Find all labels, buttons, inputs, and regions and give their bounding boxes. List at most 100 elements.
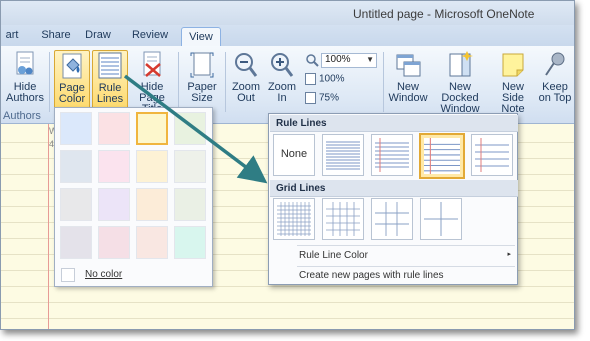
color-swatch[interactable] — [174, 112, 206, 145]
paper-size-icon — [188, 50, 216, 80]
hide-page-title-button[interactable]: Hide Page Title — [130, 50, 174, 115]
ribbon-separator — [225, 52, 226, 112]
title-bar: Untitled page - Microsoft OneNote — [1, 1, 574, 25]
no-color-option[interactable]: No color — [85, 269, 122, 280]
grid-option-very-large[interactable] — [420, 198, 462, 240]
small-grid-icon — [277, 202, 311, 236]
paper-size-label: Paper Size — [187, 81, 217, 104]
menu-separator — [297, 266, 515, 267]
zoom-in-label: Zoom In — [267, 81, 297, 104]
narrow-ruled-icon — [326, 138, 360, 172]
zoom-in-icon — [268, 50, 296, 80]
tab-draw[interactable]: Draw — [83, 29, 113, 46]
zoom-75-button[interactable]: 75% — [305, 92, 339, 104]
rule-lines-heading: Rule Lines — [270, 115, 518, 132]
new-window-button[interactable]: New Window — [386, 50, 430, 112]
color-swatch[interactable] — [98, 112, 130, 145]
color-swatch[interactable] — [98, 226, 130, 259]
new-side-note-label: New Side Note — [501, 81, 525, 115]
zoom-100-button[interactable]: 100% — [305, 73, 345, 85]
large-grid-icon — [375, 202, 409, 236]
rule-option-wide[interactable] — [471, 134, 513, 176]
wide-ruled-icon — [475, 138, 509, 172]
new-window-label: New Window — [388, 81, 428, 104]
page-rule-line — [1, 302, 574, 303]
medium-grid-icon — [326, 202, 360, 236]
zoom-out-icon — [232, 50, 260, 80]
pushpin-icon — [541, 50, 569, 80]
page-color-button[interactable]: Page Color — [54, 50, 90, 112]
hide-authors-button[interactable]: Hide Authors — [3, 50, 47, 112]
onenote-window: Untitled page - Microsoft OneNote art Sh… — [0, 0, 575, 330]
paper-size-button[interactable]: Paper Size — [183, 50, 221, 112]
margin-line — [48, 124, 49, 329]
rule-lines-menu: Rule Lines None Grid Lines Rule Line Col… — [268, 113, 518, 285]
color-swatch[interactable] — [136, 188, 168, 221]
new-window-icon — [394, 50, 422, 80]
grid-lines-heading: Grid Lines — [270, 180, 518, 197]
very-large-grid-icon — [424, 202, 458, 236]
rule-line-color-menu-item[interactable]: Rule Line Color — [299, 250, 368, 261]
rule-option-none-label: None — [280, 148, 308, 160]
submenu-arrow-icon: ▸ — [507, 251, 511, 258]
paint-bucket-icon — [58, 51, 86, 81]
rule-option-narrow[interactable] — [322, 134, 364, 176]
menu-separator — [297, 245, 515, 246]
hide-authors-label: Hide Authors — [6, 81, 44, 104]
grid-option-small[interactable] — [273, 198, 315, 240]
keep-on-top-button[interactable]: Keep on Top — [536, 50, 574, 112]
color-swatch[interactable] — [60, 150, 92, 183]
color-swatch[interactable] — [98, 150, 130, 183]
grid-option-medium[interactable] — [322, 198, 364, 240]
ribbon-separator — [383, 52, 384, 112]
color-swatch[interactable] — [60, 188, 92, 221]
tab-view[interactable]: View — [181, 27, 221, 47]
zoom-out-label: Zoom Out — [231, 81, 261, 104]
side-note-icon — [499, 50, 527, 80]
color-swatch[interactable] — [60, 112, 92, 145]
rule-option-none[interactable]: None — [273, 134, 315, 176]
color-swatch[interactable] — [136, 226, 168, 259]
page-icon — [305, 92, 316, 104]
standard-ruled-icon — [424, 138, 460, 174]
no-color-swatch[interactable] — [61, 268, 75, 282]
zoom-in-button[interactable]: Zoom In — [265, 50, 299, 112]
zoom-100-label: 100% — [319, 73, 345, 85]
tab-share[interactable]: Share — [39, 29, 73, 46]
zoom-75-label: 75% — [319, 92, 340, 104]
zoom-magnifier-icon — [305, 53, 319, 67]
ribbon-separator — [178, 52, 179, 112]
hide-title-icon — [138, 50, 166, 80]
page-color-label: Page Color — [58, 82, 86, 105]
ribbon-tabs: art Share Draw Review View — [1, 25, 574, 47]
college-ruled-icon — [375, 138, 409, 172]
group-label-authors: Authors — [3, 110, 41, 122]
chevron-down-icon: ▼ — [366, 55, 374, 64]
tab-insert[interactable]: art — [1, 29, 23, 46]
color-swatch[interactable] — [98, 188, 130, 221]
docked-window-icon — [446, 50, 474, 80]
tab-review[interactable]: Review — [129, 29, 171, 46]
zoom-combo-value: 100% — [325, 54, 351, 65]
rule-option-college[interactable] — [371, 134, 413, 176]
zoom-out-button[interactable]: Zoom Out — [229, 50, 263, 112]
rule-lines-text: Rule Lines — [96, 82, 124, 105]
keep-on-top-label: Keep on Top — [538, 81, 572, 104]
new-docked-window-label: New Docked Window — [440, 81, 480, 115]
rule-lines-button[interactable]: Rule Lines ▾ — [92, 50, 128, 116]
page-rule-line — [1, 318, 574, 319]
color-swatch[interactable] — [174, 150, 206, 183]
color-swatch[interactable] — [174, 226, 206, 259]
grid-option-large[interactable] — [371, 198, 413, 240]
zoom-combo[interactable]: 100% ▼ — [321, 53, 377, 68]
rule-option-standard[interactable] — [419, 133, 465, 179]
color-swatch[interactable] — [136, 150, 168, 183]
new-side-note-button[interactable]: New Side Note — [491, 50, 535, 115]
new-docked-window-button[interactable]: New Docked Window — [430, 50, 490, 115]
create-new-pages-with-rule-lines-item[interactable]: Create new pages with rule lines — [299, 270, 444, 281]
color-swatch[interactable] — [60, 226, 92, 259]
rule-lines-icon — [96, 51, 124, 81]
color-swatch[interactable] — [136, 112, 168, 145]
authors-icon — [11, 50, 39, 80]
color-swatch[interactable] — [174, 188, 206, 221]
